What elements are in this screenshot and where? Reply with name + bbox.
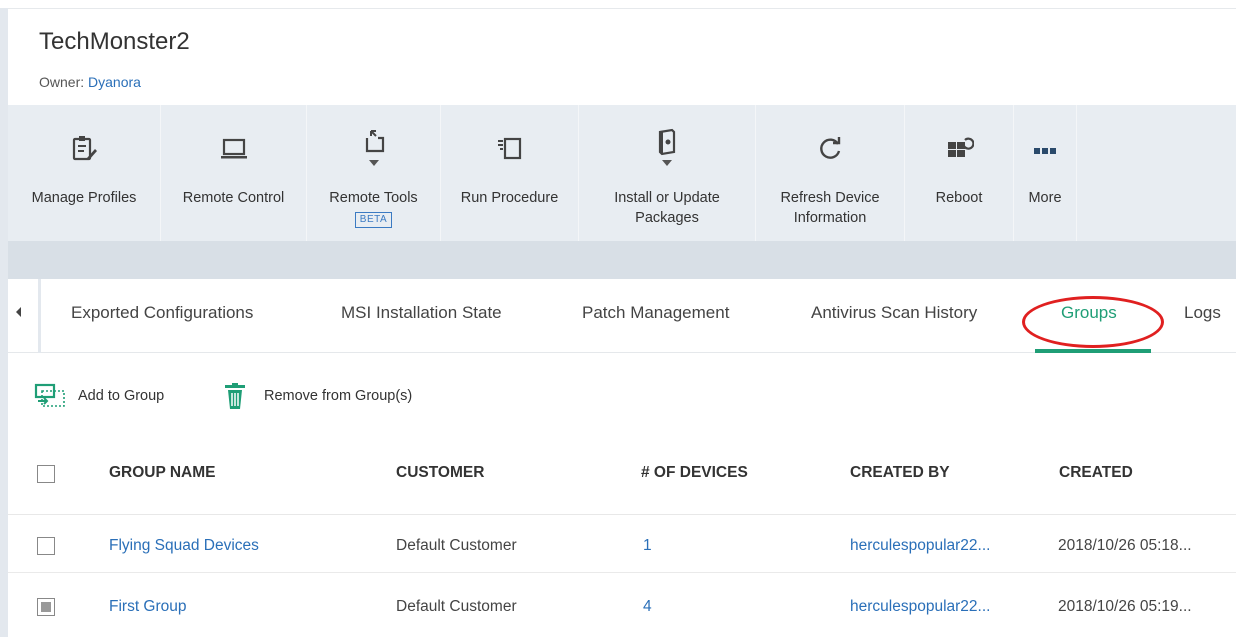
- group-name-link[interactable]: First Group: [109, 598, 187, 616]
- column-header-customer[interactable]: CUSTOMER: [396, 464, 484, 482]
- tabs-separator: [38, 279, 41, 353]
- remote-tools-label: Remote Tools: [329, 190, 418, 206]
- highlight-circle: [1022, 296, 1164, 348]
- tab-patch-management[interactable]: Patch Management: [582, 303, 729, 323]
- run-procedure-button[interactable]: Run Procedure: [441, 105, 579, 241]
- active-tab-indicator: [1035, 349, 1151, 353]
- laptop-icon: [219, 134, 249, 164]
- device-owner: Owner: Dyanora: [39, 74, 141, 90]
- tab-logs[interactable]: Logs: [1184, 303, 1221, 323]
- beta-badge: BETA: [354, 212, 393, 228]
- manage-profiles-icon: [69, 134, 99, 164]
- details-tabs: Exported Configurations MSI Installation…: [8, 279, 1236, 353]
- select-all-checkbox[interactable]: [37, 465, 55, 483]
- install-update-label-line1: Install or Update: [614, 190, 720, 206]
- scroll-left-icon[interactable]: [16, 307, 21, 317]
- created-cell: 2018/10/26 05:18...: [1058, 537, 1192, 554]
- remote-control-label: Remote Control: [182, 190, 285, 206]
- run-procedure-icon: [495, 134, 525, 164]
- device-header: TechMonster2 Owner: Dyanora: [8, 9, 1236, 105]
- add-to-group-label: Add to Group: [78, 388, 165, 404]
- run-procedure-label: Run Procedure: [460, 190, 559, 206]
- more-label: More: [1028, 190, 1062, 206]
- created-cell: 2018/10/26 05:19...: [1058, 598, 1192, 615]
- tab-antivirus-scan-history[interactable]: Antivirus Scan History: [811, 303, 977, 323]
- more-button[interactable]: More: [1014, 105, 1077, 241]
- remove-from-group-button[interactable]: Remove from Group(s): [221, 382, 451, 412]
- package-icon: [652, 127, 682, 157]
- add-to-group-button[interactable]: Add to Group: [34, 382, 194, 412]
- toolbar-spacer: [8, 241, 1236, 279]
- manage-profiles-button[interactable]: Manage Profiles: [8, 105, 161, 241]
- device-title: TechMonster2: [39, 28, 190, 55]
- table-row[interactable]: First Group Default Customer 4 herculesp…: [8, 580, 1236, 634]
- add-to-group-icon: [34, 382, 68, 412]
- devices-count-link[interactable]: 4: [643, 598, 652, 616]
- group-actions: Add to Group Remove from Group(s): [8, 354, 1236, 434]
- column-header-devices[interactable]: # OF DEVICES: [641, 464, 748, 482]
- install-update-packages-button[interactable]: Install or Update Packages: [579, 105, 756, 241]
- tab-exported-configurations[interactable]: Exported Configurations: [71, 303, 253, 323]
- reboot-button[interactable]: Reboot: [905, 105, 1014, 241]
- devices-count-link[interactable]: 1: [643, 537, 652, 555]
- row-checkbox[interactable]: [37, 537, 55, 555]
- chevron-down-icon: [662, 160, 672, 166]
- install-update-packages-label: Install or Update Packages: [579, 188, 755, 228]
- remote-tools-icon: [359, 127, 389, 157]
- column-header-group-name[interactable]: GROUP NAME: [109, 464, 216, 482]
- table-header-divider: [8, 514, 1236, 515]
- refresh-icon: [815, 134, 845, 164]
- remote-control-button[interactable]: Remote Control: [161, 105, 307, 241]
- device-details-page: TechMonster2 Owner: Dyanora Manage Profi…: [0, 0, 1236, 637]
- table-row[interactable]: Flying Squad Devices Default Customer 1 …: [8, 519, 1236, 573]
- trash-icon: [221, 382, 255, 412]
- manage-profiles-label: Manage Profiles: [31, 190, 137, 206]
- column-header-created[interactable]: CREATED: [1059, 464, 1133, 482]
- column-header-created-by[interactable]: CREATED BY: [850, 464, 950, 482]
- customer-cell: Default Customer: [396, 598, 517, 615]
- refresh-device-information-label: Refresh Device Information: [756, 188, 904, 228]
- customer-cell: Default Customer: [396, 537, 517, 554]
- remote-tools-button[interactable]: Remote Tools BETA: [307, 105, 441, 241]
- group-name-link[interactable]: Flying Squad Devices: [109, 537, 259, 555]
- install-update-label-line2: Packages: [635, 210, 699, 226]
- created-by-link[interactable]: herculespopular22...: [850, 537, 990, 555]
- reboot-label: Reboot: [935, 190, 983, 206]
- left-edge-bar: [0, 8, 8, 637]
- more-icon: [1030, 134, 1060, 164]
- created-by-link[interactable]: herculespopular22...: [850, 598, 990, 616]
- row-checkbox[interactable]: [37, 598, 55, 616]
- tab-msi-installation-state[interactable]: MSI Installation State: [341, 303, 502, 323]
- action-toolbar: Manage Profiles Remote Control Remote To…: [8, 105, 1236, 241]
- refresh-label-line2: Information: [793, 210, 867, 226]
- refresh-device-information-button[interactable]: Refresh Device Information: [756, 105, 905, 241]
- remote-tools-label-block: Remote Tools BETA: [307, 188, 440, 228]
- refresh-label-line1: Refresh Device: [780, 190, 880, 206]
- owner-link[interactable]: Dyanora: [88, 74, 141, 90]
- remove-from-group-label: Remove from Group(s): [264, 388, 413, 404]
- owner-label: Owner:: [39, 74, 85, 90]
- reboot-icon: [944, 134, 974, 164]
- chevron-down-icon: [368, 160, 379, 166]
- groups-table: GROUP NAME CUSTOMER # OF DEVICES CREATED…: [8, 434, 1236, 637]
